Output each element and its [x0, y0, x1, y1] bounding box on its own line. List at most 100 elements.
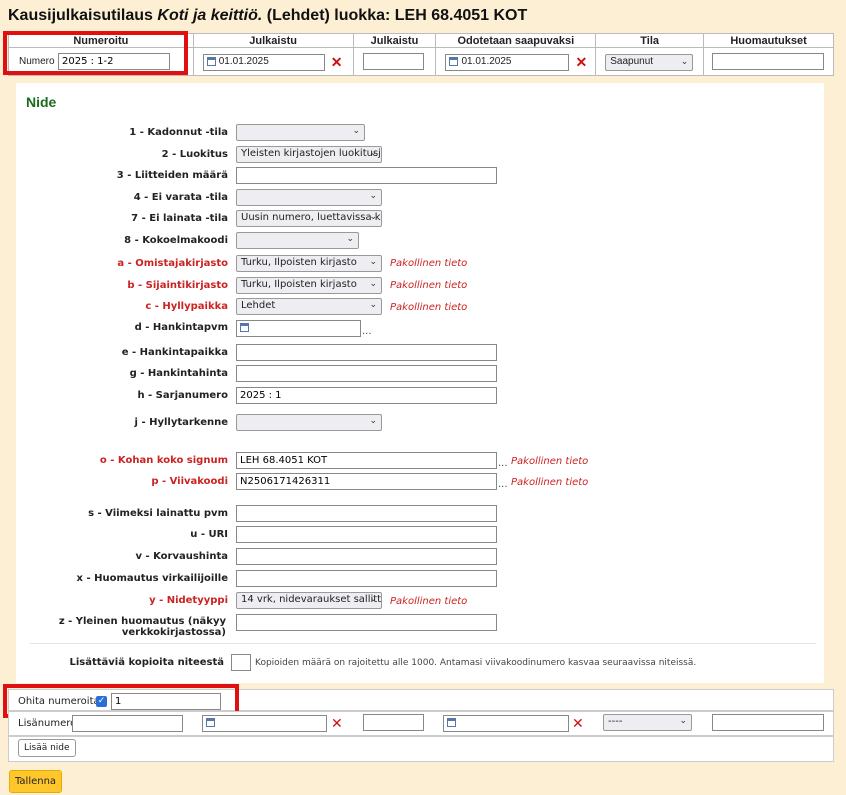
replacement-price-input[interactable] — [236, 548, 497, 565]
attachments-input[interactable] — [236, 167, 497, 184]
acquisition-date-field[interactable] — [236, 320, 361, 337]
chevron-down-icon: ⌄ — [369, 191, 377, 201]
chevron-down-icon: ⌄ — [346, 234, 354, 244]
extra-notes-input[interactable] — [712, 714, 824, 731]
label-copies: Lisättäviä kopioita niteestä — [69, 657, 224, 668]
extra-number-label: Lisänumero — [18, 718, 77, 729]
required-note: Pakollinen tieto — [390, 302, 468, 313]
label-collection-code: 8 - Kokoelmakoodi — [124, 235, 228, 246]
collection-code-select[interactable]: ⌄ — [236, 232, 359, 249]
copies-hint: Kopioiden määrä on rajoitettu alle 1000.… — [255, 658, 697, 668]
home-library-select[interactable]: Turku, Ilpoisten kirjasto ⌄ — [236, 255, 382, 272]
calendar-icon[interactable] — [447, 717, 456, 727]
acquisition-price-input[interactable] — [236, 365, 497, 382]
section-title: Nide — [26, 94, 57, 110]
label-acquisition-date: d - Hankintapvm — [134, 322, 228, 333]
label-replacement-price: v - Korvaushinta — [135, 551, 228, 562]
lost-status-select[interactable]: ⌄ — [236, 124, 365, 141]
ellipsis-icon[interactable]: ... — [498, 458, 508, 469]
label-serial-number: h - Sarjanumero — [137, 390, 228, 401]
extra-published-text-input[interactable] — [363, 714, 424, 731]
calendar-icon[interactable] — [206, 56, 216, 66]
ellipsis-icon[interactable]: ... — [362, 326, 372, 337]
ellipsis-icon[interactable]: ... — [498, 479, 508, 490]
chevron-down-icon: ⌄ — [680, 56, 689, 66]
col-header-expected: Odotetaan saapuvaksi — [435, 33, 597, 48]
add-item-button[interactable]: Lisää nide — [18, 739, 76, 757]
label-call-number: o - Kohan koko signum — [99, 455, 228, 466]
col-header-notes: Huomautukset — [703, 33, 834, 48]
label-acquisition-source: e - Hankintapaikka — [121, 347, 228, 358]
chevron-down-icon: ⌄ — [369, 279, 377, 289]
col-header-published-text: Julkaistu — [352, 33, 437, 48]
title-suffix: (Lehdet) luokka: LEH 68.4051 KOT — [266, 7, 528, 24]
clear-date-icon[interactable]: ✕ — [575, 54, 587, 71]
chevron-down-icon: ⌄ — [369, 416, 377, 426]
acquisition-source-input[interactable] — [236, 344, 497, 361]
clear-date-icon[interactable]: ✕ — [331, 54, 343, 71]
label-holding-library: b - Sijaintikirjasto — [127, 280, 228, 291]
published-text-input[interactable] — [362, 53, 424, 70]
uri-input[interactable] — [236, 526, 497, 543]
calendar-icon[interactable] — [449, 56, 459, 66]
call-number-input[interactable] — [236, 452, 497, 469]
required-note: Pakollinen tieto — [390, 258, 468, 269]
chevron-down-icon: ⌄ — [369, 212, 377, 222]
calendar-icon[interactable] — [240, 322, 249, 332]
staff-note-input[interactable] — [236, 570, 497, 587]
public-note-input[interactable] — [236, 614, 497, 631]
not-for-loan-select[interactable]: Uusin numero, luettavissa kirj ⌄ — [236, 210, 382, 227]
chevron-down-icon: ⌄ — [369, 300, 377, 310]
published-date-field[interactable]: 01.01.2025 — [202, 54, 325, 71]
label-attachments: 3 - Liitteiden määrä — [116, 170, 228, 181]
clear-date-icon[interactable]: ✕ — [572, 716, 584, 732]
save-button[interactable]: Tallenna — [9, 770, 62, 793]
status-select[interactable]: Saapunut ⌄ — [605, 54, 694, 71]
label-shelving-location: c - Hyllypaikka — [145, 301, 228, 312]
required-note: Pakollinen tieto — [390, 596, 468, 607]
label-uri: u - URI — [190, 529, 228, 540]
serial-number-input[interactable] — [236, 387, 497, 404]
expected-date-field[interactable]: 01.01.2025 — [445, 54, 570, 71]
extra-number-input[interactable] — [72, 715, 183, 732]
chevron-down-icon: ⌄ — [352, 126, 360, 136]
label-last-borrowed: s - Viimeksi lainattu pvm — [88, 508, 228, 519]
clear-date-icon[interactable]: ✕ — [331, 716, 343, 732]
label-not-for-loan: 7 - Ei lainata -tila — [131, 213, 228, 224]
status-value: Saapunut — [610, 56, 654, 67]
title-name: Koti ja keittiö. — [157, 7, 263, 24]
shelving-location-select[interactable]: Lehdet ⌄ — [236, 298, 382, 315]
required-note: Pakollinen tieto — [511, 477, 589, 488]
label-lost-status: 1 - Kadonnut -tila — [129, 127, 228, 138]
not-for-hold-select[interactable]: ⌄ — [236, 189, 382, 206]
copies-input[interactable] — [231, 654, 251, 671]
expected-date-value: 01.01.2025 — [461, 56, 512, 67]
chevron-down-icon: ⌄ — [369, 594, 377, 604]
last-borrowed-input[interactable] — [236, 505, 497, 522]
required-note: Pakollinen tieto — [390, 280, 468, 291]
col-header-status: Tila — [595, 33, 705, 48]
extra-expected-date-field[interactable] — [443, 715, 569, 732]
label-barcode: p - Viivakoodi — [151, 476, 228, 487]
divider — [30, 643, 816, 644]
calendar-icon[interactable] — [206, 717, 215, 727]
label-acquisition-price: g - Hankintahinta — [129, 368, 228, 379]
item-type-select[interactable]: 14 vrk, nidevaraukset sallittu [⌄ — [236, 592, 382, 609]
chevron-down-icon: ⌄ — [679, 716, 687, 726]
extra-status-select[interactable]: ---- ⌄ — [603, 714, 692, 731]
shelf-detail-select[interactable]: ⌄ — [236, 414, 382, 431]
barcode-input[interactable] — [236, 473, 497, 490]
title-prefix: Kausijulkaisutilaus — [8, 7, 153, 24]
classification-select[interactable]: Yleisten kirjastojen luokitusjärj ⌄ — [236, 146, 382, 163]
extra-published-date-field[interactable] — [202, 715, 327, 732]
label-staff-note: x - Huomautus virkailijoille — [76, 573, 228, 584]
col-header-published: Julkaistu — [192, 33, 354, 48]
holding-library-select[interactable]: Turku, Ilpoisten kirjasto ⌄ — [236, 277, 382, 294]
add-row — [8, 736, 834, 762]
label-item-type: y - Nidetyyppi — [149, 595, 228, 606]
notes-input[interactable] — [712, 53, 825, 70]
published-date-value: 01.01.2025 — [218, 56, 269, 67]
label-classification: 2 - Luokitus — [161, 149, 228, 160]
chevron-down-icon: ⌄ — [369, 148, 377, 158]
page-title: Kausijulkaisutilaus Koti ja keittiö. (Le… — [8, 7, 527, 25]
